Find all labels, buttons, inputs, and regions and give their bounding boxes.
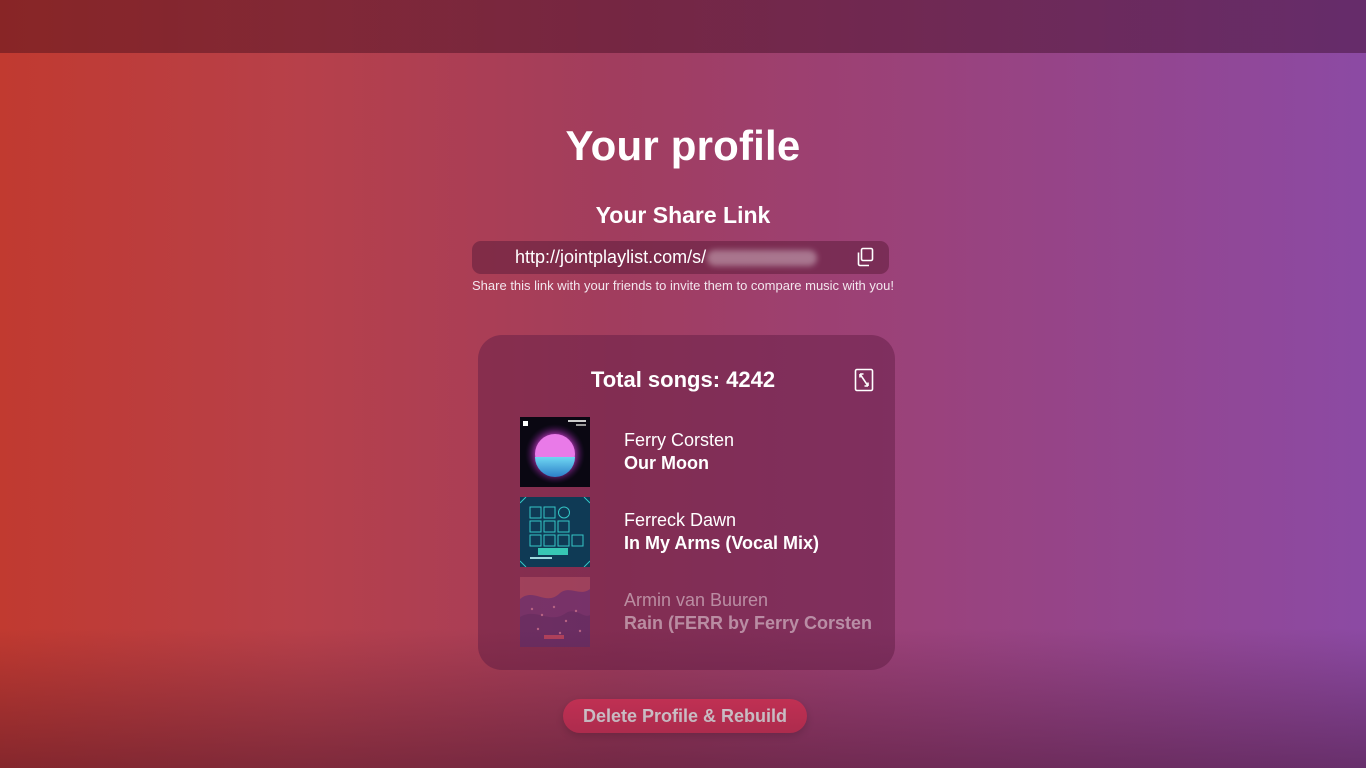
album-art: [520, 497, 590, 567]
song-item[interactable]: Armin van Buuren Rain (FERR by Ferry Cor…: [520, 577, 895, 647]
share-link-heading: Your Share Link: [595, 202, 771, 228]
copy-icon[interactable]: [855, 247, 875, 267]
songs-card: Total songs: 4242 Ferry Corsten Our Moon…: [478, 335, 895, 670]
share-link-field[interactable]: http://jointplaylist.com/s/: [472, 241, 889, 274]
album-art: [520, 577, 590, 647]
song-title: In My Arms (Vocal Mix): [624, 533, 820, 553]
share-link-url: http://jointplaylist.com/s/: [515, 247, 707, 267]
expand-icon[interactable]: [854, 368, 874, 392]
song-artist: Ferry Corsten: [624, 430, 735, 450]
share-link-hint: Share this link with your friends to inv…: [472, 278, 894, 293]
song-artist: Ferreck Dawn: [624, 510, 737, 530]
song-title: Rain (FERR by Ferry Corsten Remix): [624, 613, 876, 633]
song-item[interactable]: Ferreck Dawn In My Arms (Vocal Mix): [520, 497, 895, 567]
share-link-text[interactable]: http://jointplaylist.com/s/: [515, 247, 818, 268]
album-art: [520, 417, 590, 487]
delete-profile-button[interactable]: Delete Profile & Rebuild: [563, 699, 807, 733]
page-title: Your profile: [565, 122, 801, 169]
top-bar: [0, 0, 1366, 53]
song-title: Our Moon: [624, 453, 709, 473]
total-songs-label: Total songs: 4242: [590, 367, 776, 392]
song-artist: Armin van Buuren: [624, 590, 769, 610]
share-link-redacted-id: [707, 250, 818, 267]
song-item[interactable]: Ferry Corsten Our Moon: [520, 417, 895, 487]
